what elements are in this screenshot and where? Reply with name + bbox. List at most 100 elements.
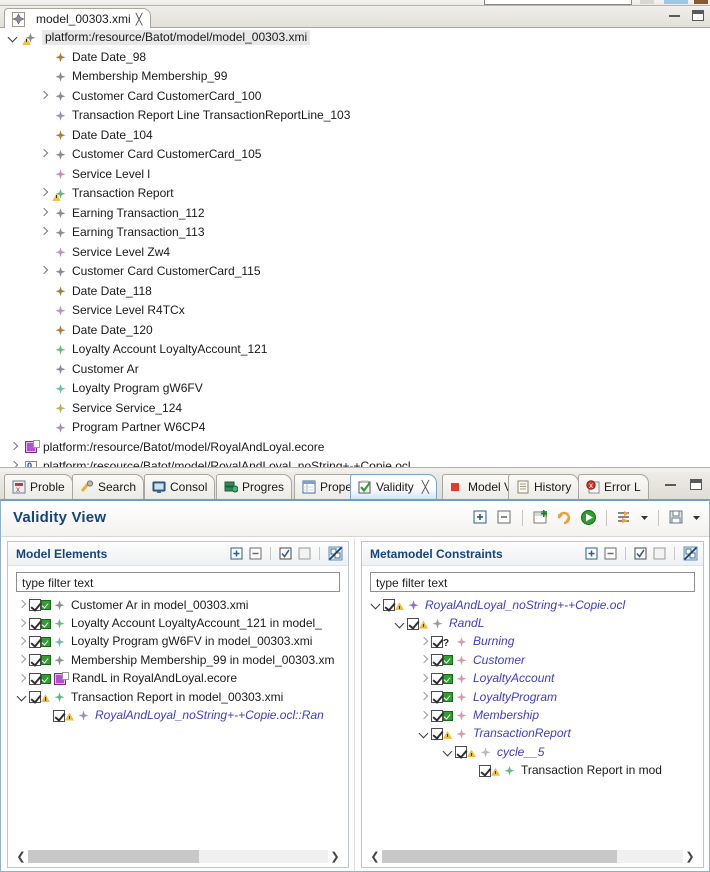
- chevron-right-icon[interactable]: [418, 636, 431, 648]
- tree-row[interactable]: Loyalty Account LoyaltyAccount_121 in mo…: [8, 614, 348, 632]
- view-tab-consol[interactable]: Consol: [144, 474, 216, 499]
- view-minimize-icon[interactable]: [665, 483, 676, 486]
- chevron-right-icon[interactable]: [16, 618, 29, 630]
- scroll-thumb[interactable]: [382, 849, 617, 863]
- tree-row[interactable]: platform:/resource/Batot/model/RoyalAndL…: [0, 457, 710, 467]
- chevron-right-icon[interactable]: [38, 208, 49, 219]
- tree-row[interactable]: Loyalty Account LoyaltyAccount_121: [0, 340, 710, 360]
- chevron-down-icon[interactable]: [8, 32, 19, 43]
- tree-row[interactable]: Service Level l: [0, 165, 710, 185]
- row-checkbox[interactable]: [383, 599, 395, 612]
- link-off-icon[interactable]: [683, 546, 698, 561]
- chevron-right-icon[interactable]: [418, 673, 431, 685]
- filter-dropdown-arrow-icon[interactable]: [640, 509, 649, 526]
- check-all-icon[interactable]: [634, 547, 647, 560]
- chevron-right-icon[interactable]: [38, 149, 49, 160]
- tree-row[interactable]: Date Date_104: [0, 126, 710, 146]
- tree-row[interactable]: RoyalAndLoyal_noString+-+Copie.ocl::Ran: [8, 706, 348, 724]
- tree-row[interactable]: Program Partner W6CP4: [0, 418, 710, 438]
- save-icon[interactable]: [668, 509, 685, 526]
- view-tab-history[interactable]: History: [508, 474, 580, 499]
- scroll-thumb[interactable]: [28, 849, 199, 863]
- expand-all-icon[interactable]: [472, 509, 489, 526]
- tree-row[interactable]: Loyalty Program gW6FV: [0, 379, 710, 399]
- tree-row[interactable]: RoyalAndLoyal_noString+-+Copie.ocl: [362, 596, 703, 614]
- chevron-right-icon[interactable]: [418, 691, 431, 703]
- tree-row[interactable]: Transaction Report Line TransactionRepor…: [0, 106, 710, 126]
- chevron-down-icon[interactable]: [370, 599, 383, 611]
- tree-row[interactable]: platform:/resource/Batot/model/RoyalAndL…: [0, 438, 710, 458]
- chevron-right-icon[interactable]: [16, 654, 29, 666]
- row-checkbox[interactable]: [29, 635, 41, 648]
- chevron-right-icon[interactable]: [418, 654, 431, 666]
- tree-row[interactable]: RandL: [362, 614, 703, 632]
- refresh-icon[interactable]: [556, 509, 573, 526]
- tree-row[interactable]: TransactionReport: [362, 725, 703, 743]
- uncheck-all-icon[interactable]: [298, 547, 311, 560]
- tree-row[interactable]: Customer Card CustomerCard_100: [0, 87, 710, 107]
- new-validation-icon[interactable]: [532, 509, 549, 526]
- tree-row[interactable]: Membership: [362, 706, 703, 724]
- maximize-icon[interactable]: [692, 10, 704, 21]
- row-checkbox[interactable]: [29, 691, 41, 704]
- row-checkbox[interactable]: [431, 654, 443, 667]
- tree-row[interactable]: Loyalty Program gW6FV in model_00303.xmi: [8, 633, 348, 651]
- tree-row[interactable]: LoyaltyAccount: [362, 670, 703, 688]
- row-checkbox[interactable]: [407, 617, 419, 630]
- model-elements-tree[interactable]: Customer Ar in model_00303.xmi Loyalty Ac…: [8, 596, 348, 845]
- chevron-right-icon[interactable]: [16, 673, 29, 685]
- tree-row[interactable]: Transaction Report in mod: [362, 762, 703, 780]
- tree-row[interactable]: Date Date_118: [0, 282, 710, 302]
- chevron-right-icon[interactable]: [16, 599, 29, 611]
- tree-row[interactable]: Date Date_120: [0, 321, 710, 341]
- metamodel-constraints-filter-input[interactable]: type filter text: [370, 572, 695, 592]
- expand-all-icon[interactable]: [230, 547, 243, 560]
- chevron-right-icon[interactable]: [38, 91, 49, 102]
- toolbar-text-field[interactable]: [484, 0, 632, 5]
- tree-row[interactable]: Customer Ar in model_00303.xmi: [8, 596, 348, 614]
- save-dropdown-arrow-icon[interactable]: [692, 509, 701, 526]
- scroll-left-icon[interactable]: ❮: [14, 849, 28, 863]
- model-elements-hscrollbar[interactable]: ❮ ❯: [14, 849, 342, 863]
- tree-row[interactable]: RandL in RoyalAndLoyal.ecore: [8, 670, 348, 688]
- row-checkbox[interactable]: [431, 727, 443, 740]
- view-tab-search[interactable]: Search: [72, 474, 145, 499]
- chevron-right-icon[interactable]: [8, 442, 19, 453]
- scroll-right-icon[interactable]: ❯: [328, 849, 342, 863]
- toolbar-button-perspective[interactable]: [664, 0, 688, 4]
- editor-tab-model-xmi[interactable]: model_00303.xmi ╳: [4, 8, 152, 29]
- row-checkbox[interactable]: [53, 709, 65, 722]
- tree-row[interactable]: Transaction Report in model_00303.xmi: [8, 688, 348, 706]
- row-checkbox[interactable]: [431, 635, 443, 648]
- chevron-right-icon[interactable]: [418, 710, 431, 722]
- check-all-icon[interactable]: [279, 547, 292, 560]
- row-checkbox[interactable]: [455, 746, 467, 759]
- tree-row[interactable]: Service Service_124: [0, 399, 710, 419]
- scroll-track[interactable]: [382, 849, 683, 863]
- view-tab-error-l[interactable]: x Error L: [578, 474, 649, 499]
- tree-row[interactable]: Customer Ar: [0, 360, 710, 380]
- scroll-right-icon[interactable]: ❯: [683, 849, 697, 863]
- row-checkbox[interactable]: [29, 617, 41, 630]
- filter-sort-icon[interactable]: [616, 509, 633, 526]
- tree-row[interactable]: Customer Card CustomerCard_115: [0, 262, 710, 282]
- minimize-icon[interactable]: [669, 14, 680, 17]
- close-icon[interactable]: ╳: [136, 13, 143, 26]
- row-checkbox[interactable]: [431, 672, 443, 685]
- run-validation-icon[interactable]: [580, 509, 597, 526]
- collapse-all-icon[interactable]: [604, 547, 617, 560]
- view-tab-progres[interactable]: Progres: [216, 474, 293, 499]
- row-checkbox[interactable]: [431, 691, 443, 704]
- row-checkbox[interactable]: [479, 764, 491, 777]
- view-tab-proble[interactable]: x Proble: [4, 474, 73, 499]
- tree-row[interactable]: Customer Card CustomerCard_105: [0, 145, 710, 165]
- row-checkbox[interactable]: [29, 599, 41, 612]
- tree-row[interactable]: cycle__5: [362, 743, 703, 761]
- row-checkbox[interactable]: [431, 709, 443, 722]
- tree-row[interactable]: LoyaltyProgram: [362, 688, 703, 706]
- chevron-right-icon[interactable]: [8, 461, 19, 467]
- view-tab-validity[interactable]: Validity ╳: [350, 474, 438, 499]
- metamodel-constraints-tree[interactable]: RoyalAndLoyal_noString+-+Copie.ocl RandL B…: [362, 596, 703, 845]
- collapse-all-icon[interactable]: [249, 547, 262, 560]
- model-elements-filter-input[interactable]: type filter text: [16, 572, 340, 592]
